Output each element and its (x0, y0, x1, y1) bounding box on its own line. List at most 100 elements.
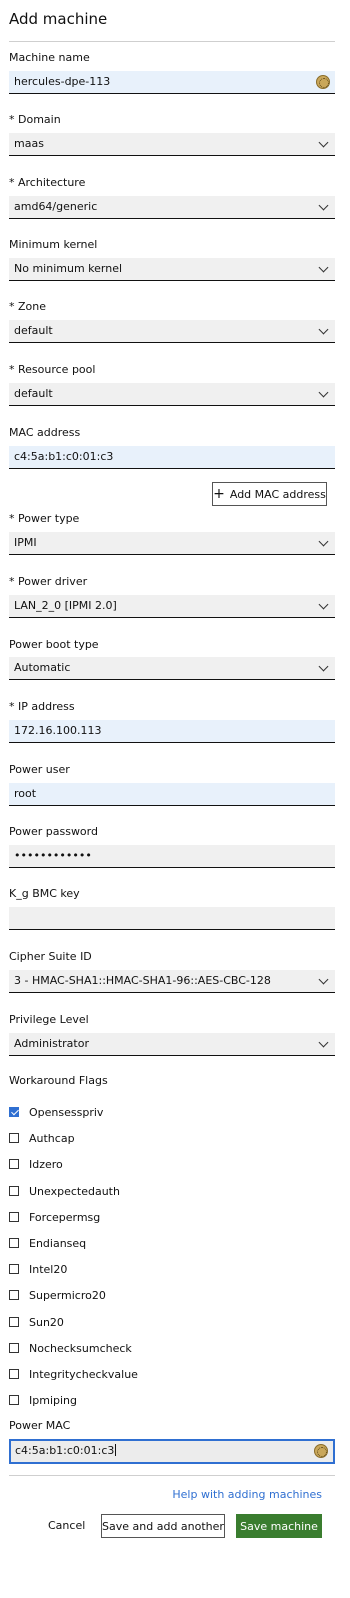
save-machine-button[interactable]: Save machine (236, 1514, 322, 1538)
workaround-flag-supermicro20[interactable]: Supermicro20 (9, 1288, 106, 1302)
title-divider (9, 41, 335, 42)
cancel-button[interactable]: Cancel (48, 1519, 85, 1532)
ip-address-input[interactable]: 172.16.100.113 (9, 720, 335, 743)
checkbox-label: Idzero (29, 1157, 63, 1171)
plus-icon: + (213, 486, 225, 502)
ip-address-value: 172.16.100.113 (14, 724, 102, 737)
power-user-label: Power user (9, 763, 70, 776)
checkbox[interactable] (9, 1317, 19, 1327)
checkbox[interactable] (9, 1343, 19, 1353)
workaround-flag-unexpectedauth[interactable]: Unexpectedauth (9, 1184, 120, 1198)
power-user-value: root (14, 787, 37, 800)
save-and-add-another-button[interactable]: Save and add another (101, 1514, 225, 1538)
checkbox-label: Authcap (29, 1131, 75, 1145)
checkbox[interactable] (9, 1264, 19, 1274)
domain-select[interactable]: maas (9, 133, 335, 156)
resource-pool-value: default (14, 387, 53, 400)
power-password-input[interactable]: •••••••••••• (9, 845, 335, 868)
checkbox-label: Forcepermsg (29, 1210, 101, 1224)
checkbox[interactable] (9, 1133, 19, 1143)
checkbox-label: Intel20 (29, 1262, 68, 1276)
workaround-flag-ipmiping[interactable]: Ipmiping (9, 1393, 77, 1407)
cipher-suite-select[interactable]: 3 - HMAC-SHA1::HMAC-SHA1-96::AES-CBC-128 (9, 970, 335, 993)
checkbox-label: Nochecksumcheck (29, 1341, 132, 1355)
checkbox-label: Opensesspriv (29, 1105, 104, 1119)
zone-label: * Zone (9, 300, 47, 313)
kg-bmc-key-label: K_g BMC key (9, 887, 80, 900)
power-password-value: •••••••••••• (14, 849, 92, 862)
checkbox[interactable] (9, 1395, 19, 1405)
checkbox-label: Sun20 (29, 1315, 64, 1329)
checkbox[interactable] (9, 1369, 19, 1379)
workaround-flag-nochecksumcheck[interactable]: Nochecksumcheck (9, 1341, 132, 1355)
privilege-level-select[interactable]: Administrator (9, 1033, 335, 1056)
page-title: Add machine (9, 10, 108, 28)
resource-pool-select[interactable]: default (9, 383, 335, 406)
power-type-select[interactable]: IPMI (9, 532, 335, 555)
workaround-flag-integritycheckvalue[interactable]: Integritycheckvalue (9, 1367, 138, 1381)
checkbox[interactable] (9, 1107, 19, 1117)
text-cursor (115, 1444, 117, 1456)
minimum-kernel-value: No minimum kernel (14, 262, 123, 275)
footer-divider (9, 1475, 335, 1476)
help-link[interactable]: Help with adding machines (172, 1488, 322, 1501)
cipher-suite-value: 3 - HMAC-SHA1::HMAC-SHA1-96::AES-CBC-128 (14, 974, 271, 987)
workaround-flag-sun20[interactable]: Sun20 (9, 1315, 64, 1329)
cipher-suite-label: Cipher Suite ID (9, 950, 92, 963)
autofill-icon[interactable] (314, 1444, 328, 1458)
workaround-flags-label: Workaround Flags (9, 1074, 108, 1087)
mac-address-input[interactable]: c4:5a:b1:c0:01:c3 (9, 446, 335, 469)
power-type-label: * Power type (9, 512, 80, 525)
checkbox[interactable] (9, 1238, 19, 1248)
minimum-kernel-label: Minimum kernel (9, 238, 98, 251)
zone-select[interactable]: default (9, 320, 335, 343)
power-user-input[interactable]: root (9, 783, 335, 806)
checkbox-label: Integritycheckvalue (29, 1367, 138, 1381)
add-mac-address-label: Add MAC address (229, 487, 326, 501)
checkbox-label: Unexpectedauth (29, 1184, 120, 1198)
checkbox[interactable] (9, 1290, 19, 1300)
mac-address-value: c4:5a:b1:c0:01:c3 (14, 450, 114, 463)
machine-name-value: hercules-dpe-113 (14, 75, 111, 88)
workaround-flag-idzero[interactable]: Idzero (9, 1157, 63, 1171)
architecture-value: amd64/generic (14, 200, 98, 213)
power-mac-input[interactable]: c4:5a:b1:c0:01:c3 (9, 1439, 335, 1464)
autofill-icon[interactable] (316, 75, 330, 89)
power-driver-label: * Power driver (9, 575, 88, 588)
save-machine-label: Save machine (240, 1519, 318, 1533)
privilege-level-value: Administrator (14, 1037, 89, 1050)
architecture-select[interactable]: amd64/generic (9, 196, 335, 219)
domain-label: * Domain (9, 113, 61, 126)
mac-address-label: MAC address (9, 426, 81, 439)
workaround-flag-forcepermsg[interactable]: Forcepermsg (9, 1210, 100, 1224)
zone-value: default (14, 324, 53, 337)
power-mac-value: c4:5a:b1:c0:01:c3 (15, 1444, 115, 1457)
power-boot-type-label: Power boot type (9, 638, 99, 651)
workaround-flag-intel20[interactable]: Intel20 (9, 1262, 67, 1276)
kg-bmc-key-input[interactable] (9, 907, 335, 930)
add-mac-address-button[interactable]: + Add MAC address (212, 482, 327, 506)
save-and-add-another-label: Save and add another (102, 1519, 224, 1533)
power-password-label: Power password (9, 825, 98, 838)
workaround-flag-endianseq[interactable]: Endianseq (9, 1236, 86, 1250)
resource-pool-label: * Resource pool (9, 363, 96, 376)
checkbox-label: Ipmiping (29, 1393, 77, 1407)
domain-value: maas (14, 137, 44, 150)
workaround-flag-authcap[interactable]: Authcap (9, 1131, 75, 1145)
checkbox-label: Endianseq (29, 1236, 87, 1250)
workaround-flag-opensesspriv[interactable]: Opensesspriv (9, 1105, 103, 1119)
checkbox[interactable] (9, 1186, 19, 1196)
power-driver-select[interactable]: LAN_2_0 [IPMI 2.0] (9, 595, 335, 618)
minimum-kernel-select[interactable]: No minimum kernel (9, 258, 335, 281)
checkbox[interactable] (9, 1212, 19, 1222)
machine-name-input[interactable]: hercules-dpe-113 (9, 71, 335, 94)
power-driver-value: LAN_2_0 [IPMI 2.0] (14, 599, 117, 612)
machine-name-label: Machine name (9, 51, 90, 64)
checkbox-label: Supermicro20 (29, 1288, 106, 1302)
power-type-value: IPMI (14, 536, 37, 549)
power-boot-type-select[interactable]: Automatic (9, 657, 335, 680)
checkbox[interactable] (9, 1159, 19, 1169)
architecture-label: * Architecture (9, 176, 86, 189)
power-mac-label: Power MAC (9, 1419, 71, 1432)
privilege-level-label: Privilege Level (9, 1013, 89, 1026)
